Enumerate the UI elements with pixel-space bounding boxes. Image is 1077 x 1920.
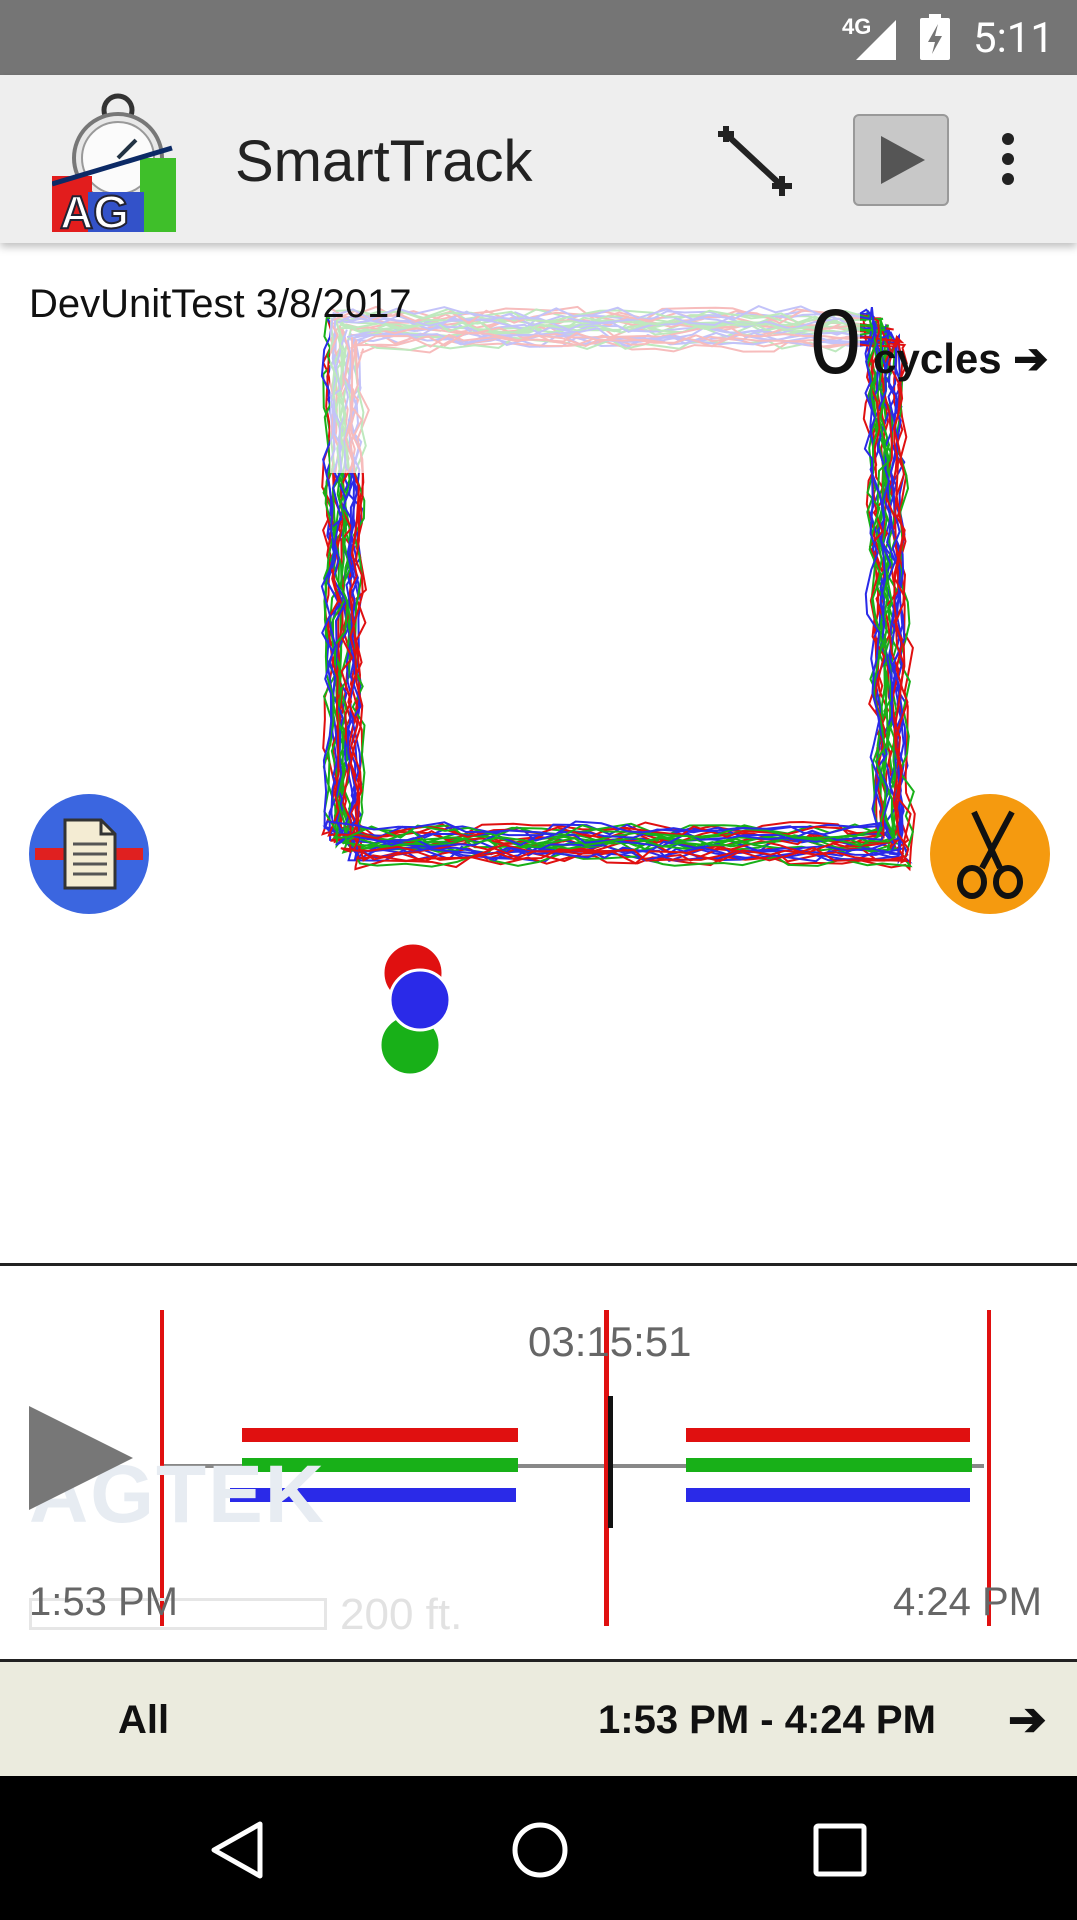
cycles-label: cycles ➔ bbox=[873, 335, 1049, 382]
app-title: SmartTrack bbox=[235, 129, 533, 194]
playhead bbox=[608, 1396, 613, 1528]
scale-label: 200 ft. bbox=[340, 1590, 463, 1639]
overflow-menu-icon[interactable] bbox=[998, 133, 1018, 185]
current-time: 03:15:51 bbox=[528, 1318, 692, 1365]
back-icon[interactable] bbox=[208, 1820, 268, 1880]
cycles-count: 0 bbox=[810, 291, 862, 393]
split-cycle-button[interactable] bbox=[930, 794, 1050, 914]
filter-time-range[interactable]: 1:53 PM - 4:24 PM bbox=[598, 1698, 936, 1743]
clock: 5:11 bbox=[973, 14, 1054, 63]
status-bar: 4G 5:11 bbox=[0, 0, 1077, 75]
signal-icon bbox=[856, 20, 896, 60]
start-time: 1:53 PM bbox=[29, 1580, 178, 1624]
measure-icon[interactable] bbox=[712, 120, 800, 200]
track-paths bbox=[320, 273, 916, 1077]
end-time: 4:24 PM bbox=[893, 1580, 1042, 1624]
map-canvas[interactable] bbox=[0, 243, 1077, 1263]
filter-scope[interactable]: All bbox=[118, 1698, 169, 1743]
timeline-segment bbox=[686, 1488, 970, 1502]
filter-next-arrow[interactable]: ➔ bbox=[1008, 1692, 1047, 1746]
play-button[interactable] bbox=[853, 114, 949, 206]
cycles-button[interactable]: 0 cycles ➔ bbox=[810, 290, 1049, 395]
range-end-marker bbox=[987, 1310, 991, 1626]
timeline-segment bbox=[686, 1458, 972, 1472]
job-label: DevUnitTest 3/8/2017 bbox=[29, 282, 412, 326]
logo-text: AG bbox=[60, 186, 129, 236]
battery-charging-icon bbox=[920, 14, 950, 60]
timeline-segment bbox=[686, 1428, 970, 1442]
play-icon bbox=[881, 136, 925, 184]
timeline-segment bbox=[242, 1428, 518, 1442]
report-button[interactable] bbox=[29, 794, 149, 914]
vehicle-marker bbox=[388, 968, 452, 1032]
report-icon bbox=[35, 818, 143, 890]
home-icon[interactable] bbox=[510, 1820, 570, 1880]
timeline-play-icon[interactable] bbox=[29, 1406, 133, 1510]
app-logo[interactable]: AG bbox=[52, 88, 180, 236]
scissors-icon bbox=[957, 810, 1023, 899]
recents-icon[interactable] bbox=[812, 1822, 868, 1878]
